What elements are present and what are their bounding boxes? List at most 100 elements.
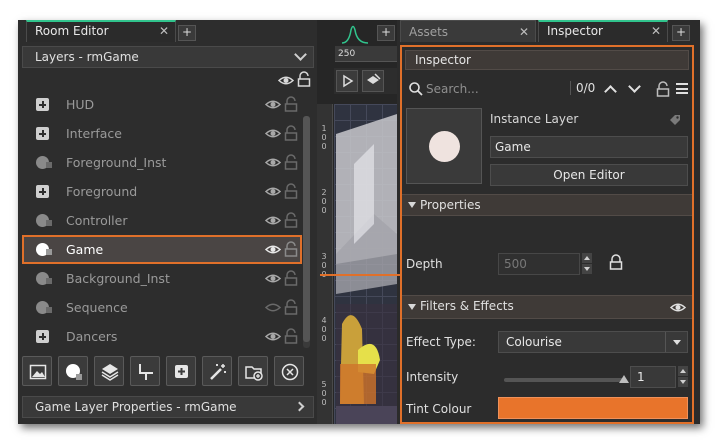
ruler-value: 4 0 0 bbox=[321, 316, 327, 343]
eye-icon[interactable] bbox=[265, 273, 281, 284]
layer-folder-plus-icon[interactable] bbox=[36, 98, 49, 111]
layer-list: HUD Interface Foreground_Inst Foreground bbox=[22, 90, 302, 351]
layer-name: HUD bbox=[66, 97, 95, 112]
intensity-stepper[interactable] bbox=[678, 366, 688, 388]
add-tab-button[interactable]: + bbox=[672, 25, 690, 41]
play-button[interactable] bbox=[336, 70, 358, 92]
instance-layer-icon-square bbox=[46, 249, 52, 255]
open-editor-button[interactable]: Open Editor bbox=[490, 164, 688, 186]
layer-row-hud[interactable]: HUD bbox=[22, 90, 302, 119]
top-ruler: 250 bbox=[335, 46, 397, 62]
layer-name-field[interactable] bbox=[490, 136, 688, 158]
close-icon[interactable]: ✕ bbox=[159, 22, 169, 41]
instance-layer-icon-square bbox=[46, 220, 52, 226]
highlight-connector-line bbox=[320, 274, 402, 276]
layer-row-sequence[interactable]: Sequence bbox=[22, 293, 302, 322]
slider-handle[interactable] bbox=[619, 375, 629, 383]
tag-icon[interactable] bbox=[669, 114, 681, 126]
layer-folder-plus-icon[interactable] bbox=[36, 127, 49, 140]
add-path-layer-button[interactable] bbox=[130, 356, 160, 386]
layer-stamp-button[interactable] bbox=[362, 70, 384, 92]
dropdown-arrow-icon[interactable] bbox=[665, 332, 687, 352]
layer-type-label: Instance Layer bbox=[490, 112, 579, 126]
add-background-layer-button[interactable] bbox=[22, 356, 52, 386]
eye-icon[interactable] bbox=[265, 215, 281, 226]
tab-room-editor[interactable]: Room Editor ✕ bbox=[26, 20, 176, 42]
delete-layer-button[interactable] bbox=[274, 356, 304, 386]
unlock-icon[interactable] bbox=[284, 270, 298, 286]
layer-row-background-inst[interactable]: Background_Inst bbox=[22, 264, 302, 293]
search-input[interactable] bbox=[426, 79, 566, 99]
add-layer-folder-button[interactable] bbox=[238, 356, 268, 386]
unlock-icon[interactable] bbox=[284, 241, 298, 257]
layer-row-dancers[interactable]: Dancers bbox=[22, 322, 302, 351]
layer-folder-plus-icon[interactable] bbox=[36, 185, 49, 198]
add-effect-layer-button[interactable] bbox=[202, 356, 232, 386]
add-tile-layer-button[interactable] bbox=[94, 356, 124, 386]
tab-inspector[interactable]: Inspector ✕ bbox=[538, 20, 668, 42]
layer-row-interface[interactable]: Interface bbox=[22, 119, 302, 148]
unlock-icon[interactable] bbox=[284, 183, 298, 199]
tab-assets[interactable]: Assets ✕ bbox=[400, 20, 536, 42]
unlock-icon[interactable] bbox=[284, 96, 298, 112]
eye-icon[interactable] bbox=[278, 75, 294, 86]
chevron-up-icon[interactable] bbox=[604, 85, 617, 98]
unlock-icon[interactable] bbox=[284, 212, 298, 228]
layers-dropdown[interactable]: Layers - rmGame bbox=[22, 46, 314, 68]
magic-wand-icon bbox=[210, 364, 226, 380]
layer-row-foreground[interactable]: Foreground bbox=[22, 177, 302, 206]
layer-row-controller[interactable]: Controller bbox=[22, 206, 302, 235]
lock-icon[interactable] bbox=[297, 71, 311, 87]
ruler-value: 2 0 0 bbox=[321, 188, 327, 215]
inspector-title: Inspector bbox=[405, 50, 689, 70]
layers-dropdown-label: Layers - rmGame bbox=[35, 50, 139, 64]
unlock-icon[interactable] bbox=[656, 81, 670, 97]
eye-icon[interactable] bbox=[265, 186, 281, 197]
layer-name: Interface bbox=[66, 126, 122, 141]
depth-label: Depth bbox=[406, 257, 443, 271]
layer-folder-plus-icon[interactable] bbox=[36, 330, 49, 343]
chevron-down-icon bbox=[294, 48, 307, 61]
close-icon[interactable]: ✕ bbox=[651, 22, 661, 41]
layer-row-foreground-inst[interactable]: Foreground_Inst bbox=[22, 148, 302, 177]
menu-icon[interactable] bbox=[676, 83, 688, 94]
eye-icon[interactable] bbox=[265, 99, 281, 110]
eye-icon[interactable] bbox=[265, 331, 281, 342]
lock-icon[interactable] bbox=[609, 254, 623, 270]
collapse-triangle-icon bbox=[408, 202, 416, 208]
layer-list-scrollbar[interactable] bbox=[303, 116, 310, 348]
effect-type-select[interactable]: Colourise bbox=[498, 331, 688, 353]
tab-room-editor-label: Room Editor bbox=[35, 24, 109, 38]
unlock-icon[interactable] bbox=[284, 328, 298, 344]
intensity-input[interactable]: 1 bbox=[630, 366, 676, 388]
play-icon bbox=[343, 74, 354, 88]
eye-hidden-icon[interactable] bbox=[265, 302, 281, 313]
add-tab-button[interactable]: + bbox=[178, 25, 196, 41]
layer-properties-bar[interactable]: Game Layer Properties - rmGame bbox=[22, 396, 314, 418]
layer-name: Game bbox=[66, 242, 104, 257]
tab-assets-label: Assets bbox=[409, 25, 449, 39]
tint-colour-swatch[interactable] bbox=[498, 397, 688, 419]
add-instance-layer-button[interactable] bbox=[58, 356, 88, 386]
scrollbar-thumb[interactable] bbox=[303, 116, 310, 342]
close-icon[interactable]: ✕ bbox=[519, 21, 529, 43]
filters-effects-section-header[interactable]: Filters & Effects bbox=[402, 295, 692, 319]
eye-icon[interactable] bbox=[265, 244, 281, 255]
eye-icon[interactable] bbox=[670, 302, 686, 313]
unlock-icon[interactable] bbox=[284, 125, 298, 141]
layer-name: Background_Inst bbox=[66, 271, 170, 286]
depth-input[interactable]: 500 bbox=[498, 253, 580, 275]
depth-stepper[interactable] bbox=[582, 253, 592, 275]
eye-icon[interactable] bbox=[265, 157, 281, 168]
unlock-icon[interactable] bbox=[284, 299, 298, 315]
eye-icon[interactable] bbox=[265, 128, 281, 139]
chevron-down-icon[interactable] bbox=[628, 80, 641, 93]
add-tab-button[interactable]: + bbox=[377, 25, 395, 41]
add-folder-button[interactable] bbox=[166, 356, 196, 386]
layer-row-game[interactable]: Game bbox=[22, 235, 302, 264]
properties-section-header[interactable]: Properties bbox=[402, 194, 692, 216]
unlock-icon[interactable] bbox=[284, 154, 298, 170]
room-canvas[interactable] bbox=[334, 104, 397, 424]
tint-colour-label: Tint Colour bbox=[406, 402, 472, 416]
intensity-slider[interactable] bbox=[504, 378, 626, 382]
